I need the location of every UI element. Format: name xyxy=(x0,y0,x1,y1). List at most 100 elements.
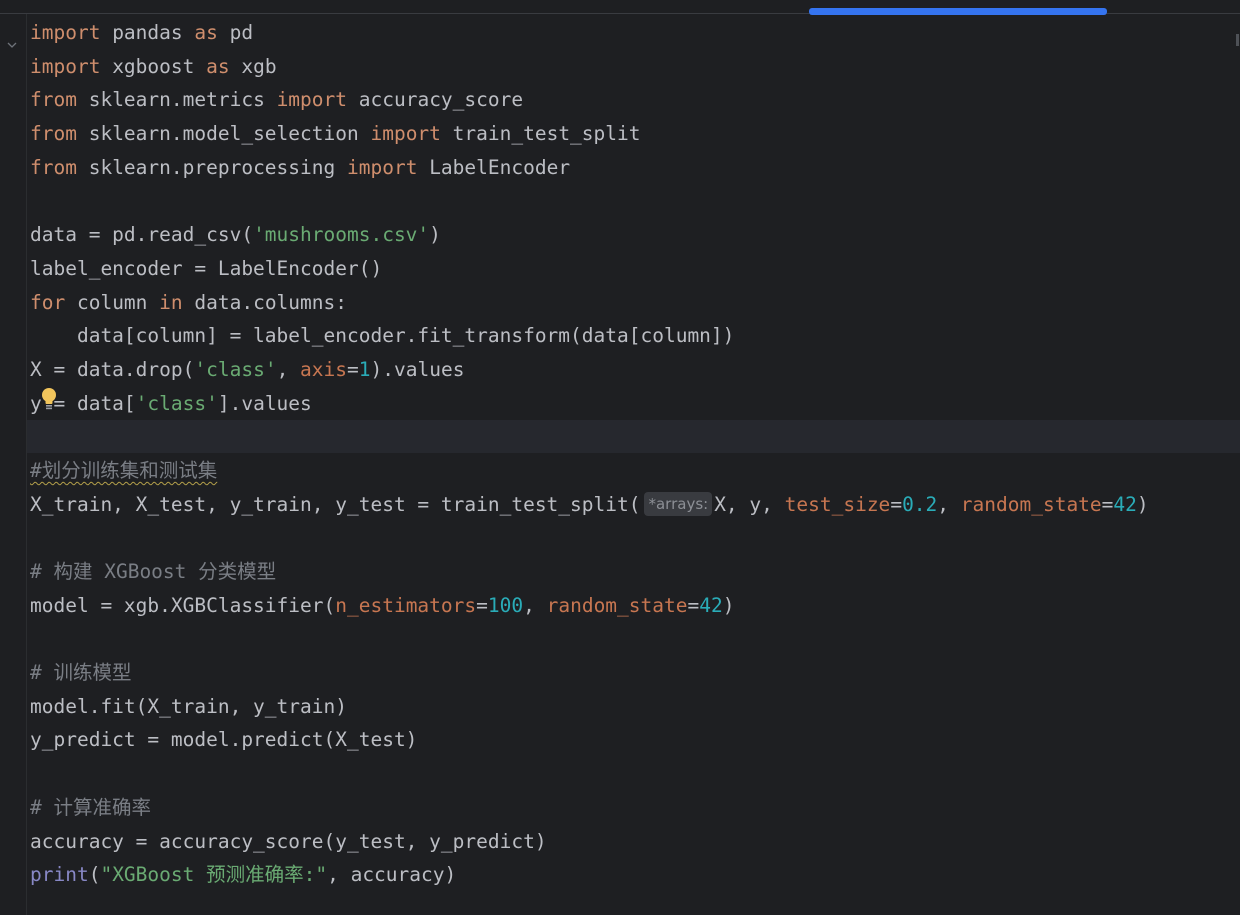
code-line-21[interactable]: model.fit(X_train, y_train) xyxy=(30,690,1230,724)
string-literal: 'class' xyxy=(194,357,277,381)
code-text: model = xgb.XGBClassifier( xyxy=(30,593,336,617)
code-line-6[interactable] xyxy=(30,184,1230,218)
code-text: = xyxy=(347,357,359,381)
code-line-26[interactable]: print("XGBoost 预测准确率:", accuracy) xyxy=(30,858,1230,892)
code-text: X_train, X_test, y_train, y_test = train… xyxy=(30,492,641,516)
keyword: as xyxy=(194,21,218,44)
code-line-19[interactable] xyxy=(30,622,1230,656)
comment: # 构建 XGBoost 分类模型 xyxy=(30,560,277,583)
code-line-22[interactable]: y_predict = model.predict(X_test) xyxy=(30,723,1230,757)
keyword: for xyxy=(30,290,66,314)
code-text: ) xyxy=(722,593,735,617)
code-text: data.columns: xyxy=(182,290,348,314)
code-text: = xyxy=(687,593,700,617)
builtin-function: print xyxy=(30,863,89,887)
keyword: from xyxy=(30,122,77,146)
code-line-7[interactable]: data = pd.read_csv('mushrooms.csv') xyxy=(30,218,1230,252)
code-line-25[interactable]: accuracy = accuracy_score(y_test, y_pred… xyxy=(30,825,1230,859)
named-argument: random_state xyxy=(546,593,688,617)
code-text: X = data.drop( xyxy=(30,357,195,381)
code-text: xgb xyxy=(229,54,277,78)
code-text: ).values xyxy=(370,357,465,381)
code-text: , xyxy=(937,492,961,516)
number-literal: 42 xyxy=(1113,492,1137,516)
number-literal: 100 xyxy=(487,593,524,617)
code-line-23[interactable] xyxy=(30,757,1230,791)
number-literal: 0.2 xyxy=(902,492,938,516)
code-text: ) xyxy=(429,223,441,247)
code-text: LabelEncoder xyxy=(417,155,571,179)
keyword: import xyxy=(370,122,441,146)
keyword: from xyxy=(30,88,77,112)
tab-scroll-indicator[interactable] xyxy=(809,8,1107,15)
code-text: model.fit(X_train, y_train) xyxy=(30,694,347,718)
number-literal: 42 xyxy=(699,593,723,617)
editor-gutter xyxy=(0,14,27,915)
code-line-1[interactable]: import pandas as pd xyxy=(30,16,1230,50)
named-argument: axis xyxy=(300,357,348,381)
code-text: accuracy = accuracy_score(y_test, y_pred… xyxy=(30,829,547,853)
code-line-16[interactable] xyxy=(30,521,1230,555)
code-area[interactable]: import pandas as pd import xgboost as xg… xyxy=(30,16,1230,892)
code-line-17[interactable]: # 构建 XGBoost 分类模型 xyxy=(30,555,1230,589)
code-line-8[interactable]: label_encoder = LabelEncoder() xyxy=(30,252,1230,286)
code-text: label_encoder = LabelEncoder() xyxy=(30,256,383,280)
code-text: data = pd.read_csv( xyxy=(30,223,254,247)
code-line-12[interactable]: y = data['class'].values xyxy=(30,387,1230,421)
code-editor[interactable]: import pandas as pd import xgboost as xg… xyxy=(0,0,1240,915)
code-text: pd xyxy=(217,21,254,44)
code-text: accuracy_score xyxy=(347,88,524,112)
keyword: import xyxy=(30,54,101,78)
code-line-3[interactable]: from sklearn.metrics import accuracy_sco… xyxy=(30,83,1230,117)
code-text: , xyxy=(276,357,301,381)
code-text: ( xyxy=(88,863,101,887)
code-text: ].values xyxy=(217,391,312,415)
string-literal: 'mushrooms.csv' xyxy=(253,223,430,247)
code-text: column xyxy=(65,290,160,314)
lightbulb-icon[interactable] xyxy=(40,387,58,413)
comment: # 计算准确率 xyxy=(30,795,151,819)
chevron-down-icon[interactable] xyxy=(5,38,19,52)
code-text: sklearn.preprocessing xyxy=(76,155,347,179)
code-line-15[interactable]: X_train, X_test, y_train, y_test = train… xyxy=(30,488,1230,522)
code-line-2[interactable]: import xgboost as xgb xyxy=(30,50,1230,84)
code-line-5[interactable]: from sklearn.preprocessing import LabelE… xyxy=(30,151,1230,185)
keyword: import xyxy=(276,88,348,112)
code-line-11[interactable]: X = data.drop('class', axis=1).values xyxy=(30,353,1230,387)
named-argument: test_size xyxy=(784,492,891,516)
keyword: import xyxy=(30,21,101,44)
named-argument: n_estimators xyxy=(335,593,477,617)
code-line-14[interactable]: #划分训练集和测试集 xyxy=(30,454,1230,488)
code-text: pandas xyxy=(100,21,195,44)
code-line-4[interactable]: from sklearn.model_selection import trai… xyxy=(30,117,1230,151)
string-literal: 'class' xyxy=(135,391,218,415)
keyword: import xyxy=(347,155,418,179)
code-line-24[interactable]: # 计算准确率 xyxy=(30,791,1230,825)
code-text: data[column] = label_encoder.fit_transfo… xyxy=(30,324,735,348)
string-literal: "XGBoost 预测准确率:" xyxy=(100,863,328,887)
keyword: from xyxy=(30,155,77,179)
code-text: = xyxy=(890,492,903,516)
code-text: , accuracy) xyxy=(327,863,457,887)
code-line-18[interactable]: model = xgb.XGBClassifier(n_estimators=1… xyxy=(30,589,1230,623)
code-text: train_test_split xyxy=(440,122,641,146)
scrollbar-marker xyxy=(1236,34,1239,46)
keyword: in xyxy=(159,290,183,314)
comment: #划分训练集和测试集 xyxy=(30,458,218,482)
parameter-hint: *arrays: xyxy=(644,491,713,516)
code-line-13[interactable] xyxy=(30,420,1230,454)
keyword: as xyxy=(206,54,230,78)
code-text: xgboost xyxy=(100,54,207,78)
code-text: , xyxy=(523,593,547,617)
code-text: y_predict = model.predict(X_test) xyxy=(30,728,418,752)
code-text: = xyxy=(476,593,488,617)
code-line-20[interactable]: # 训练模型 xyxy=(30,656,1230,690)
number-literal: 1 xyxy=(358,357,371,381)
named-argument: random_state xyxy=(960,492,1102,516)
code-line-9[interactable]: for column in data.columns: xyxy=(30,286,1230,320)
code-text: ) xyxy=(1136,492,1149,516)
code-line-10[interactable]: data[column] = label_encoder.fit_transfo… xyxy=(30,319,1230,353)
code-text: = xyxy=(1101,492,1114,516)
code-text: sklearn.metrics xyxy=(76,88,277,112)
code-text: sklearn.model_selection xyxy=(76,122,371,146)
